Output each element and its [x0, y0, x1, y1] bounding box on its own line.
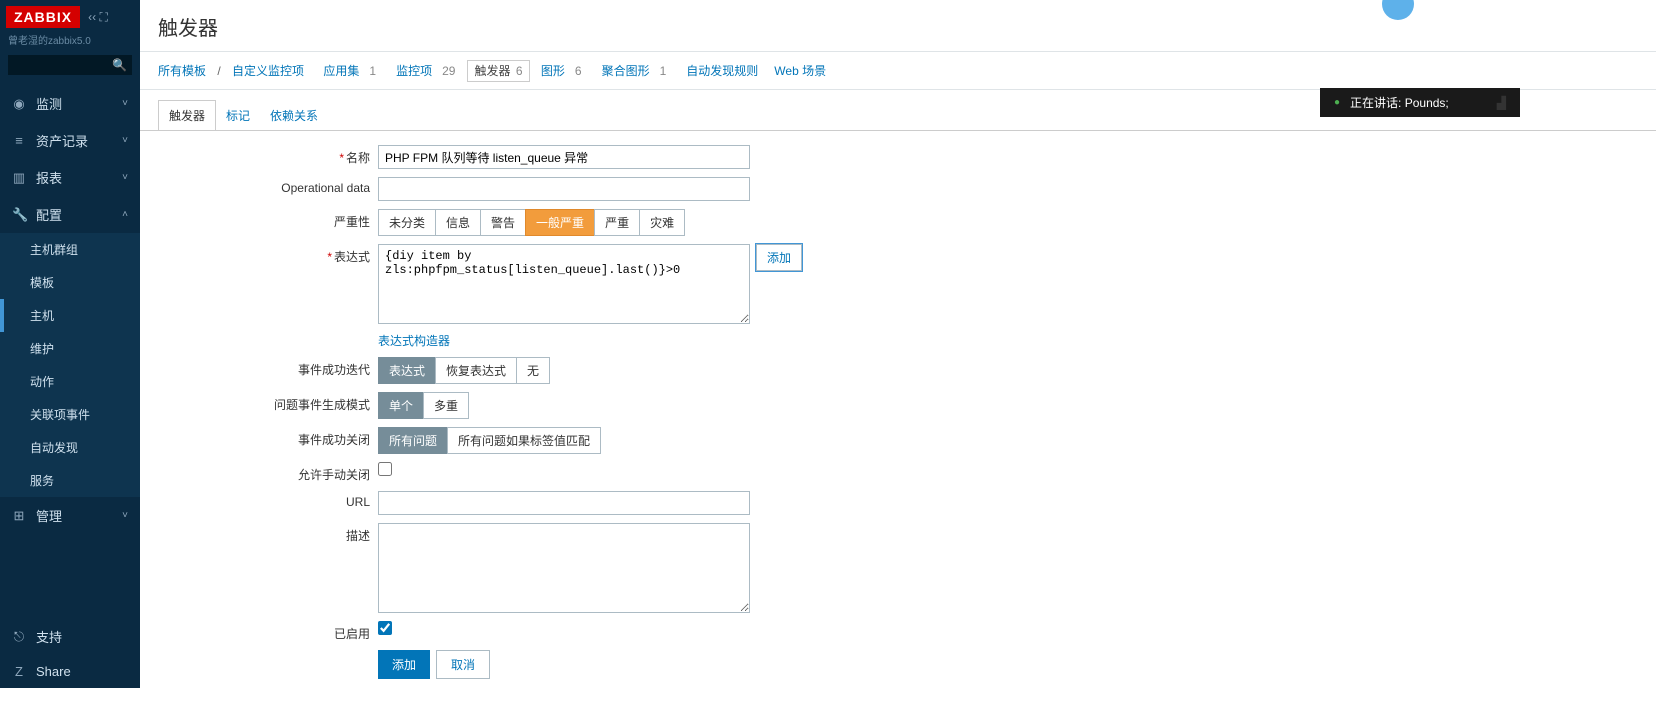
expr-label: 表达式 — [334, 250, 370, 264]
okclose-group-opt-0[interactable]: 所有问题 — [378, 427, 448, 454]
sidebar: ZABBIX ‹‹ ⛶ 曾老湿的zabbix5.0 🔍 ◉监测˅≡资产记录˅▥报… — [0, 0, 140, 688]
nav-section-报表[interactable]: ▥报表˅ — [0, 159, 140, 196]
配置-icon: 🔧 — [12, 207, 26, 223]
topline-Web 场景[interactable]: Web 场景 — [774, 64, 826, 78]
nav-section-配置[interactable]: 🔧配置˄ — [0, 196, 140, 233]
share-link[interactable]: ZShare — [0, 655, 140, 688]
sev-group-opt-0[interactable]: 未分类 — [378, 209, 436, 236]
form: *名称 Operational data 严重性 未分类信息警告一般严重严重灾难… — [140, 131, 1656, 707]
sidebar-item-维护[interactable]: 维护 — [0, 332, 140, 365]
expr-textarea[interactable] — [378, 244, 750, 324]
collapse-icon[interactable]: ‹‹ ⛶ — [88, 10, 108, 25]
sev-group-opt-3[interactable]: 一般严重 — [525, 209, 595, 236]
enabled-label: 已启用 — [334, 627, 370, 641]
topline-触发器[interactable]: 触发器 6 — [467, 60, 529, 82]
mic-icon: ● — [1334, 97, 1340, 108]
all-templates-link[interactable]: 所有模板 — [158, 64, 206, 78]
okgen-group: 表达式恢复表达式无 — [378, 357, 550, 384]
breadcrumb-row: 所有模板 / 自定义监控项 应用集1监控项29触发器 6 图形6聚合图形1自动发… — [140, 52, 1656, 90]
expr-constructor-link[interactable]: 表达式构造器 — [378, 332, 450, 349]
url-input[interactable] — [378, 491, 750, 515]
desc-label: 描述 — [346, 529, 370, 543]
sidebar-item-自动发现[interactable]: 自动发现 — [0, 431, 140, 464]
sidebar-item-服务[interactable]: 服务 — [0, 464, 140, 497]
severity-group: 未分类信息警告一般严重严重灾难 — [378, 209, 685, 236]
chevron-icon: ˅ — [122, 135, 128, 146]
chevron-icon: ˄ — [122, 209, 128, 220]
tab-依赖关系[interactable]: 依赖关系 — [260, 101, 328, 130]
sidebar-item-关联项事件[interactable]: 关联项事件 — [0, 398, 140, 431]
severity-label: 严重性 — [334, 215, 370, 229]
报表-icon: ▥ — [12, 170, 26, 186]
cancel-button[interactable]: 取消 — [436, 650, 490, 679]
tab-标记[interactable]: 标记 — [216, 101, 260, 130]
probgen-group-opt-0[interactable]: 单个 — [378, 392, 424, 419]
topline-图形[interactable]: 图形 — [541, 64, 565, 78]
topline-聚合图形[interactable]: 聚合图形 — [602, 64, 650, 78]
manual-label: 允许手动关闭 — [298, 468, 370, 482]
desc-textarea[interactable] — [378, 523, 750, 613]
sidebar-item-主机[interactable]: 主机 — [0, 299, 140, 332]
topline-自动发现规则[interactable]: 自动发现规则 — [686, 64, 758, 78]
okgen-label: 事件成功迭代 — [298, 363, 370, 377]
support-link[interactable]: ⎋支持 — [0, 618, 140, 655]
breadcrumb-sep: / — [217, 64, 220, 78]
sidebar-item-模板[interactable]: 模板 — [0, 266, 140, 299]
nav-section-资产记录[interactable]: ≡资产记录˅ — [0, 122, 140, 159]
管理-icon: ⊞ — [12, 508, 26, 524]
probgen-group-opt-1[interactable]: 多重 — [423, 392, 469, 419]
sev-group-opt-1[interactable]: 信息 — [435, 209, 481, 236]
url-label: URL — [346, 495, 370, 509]
topline-应用集[interactable]: 应用集 — [323, 64, 359, 78]
opdata-label: Operational data — [281, 181, 370, 195]
logo[interactable]: ZABBIX — [6, 6, 80, 28]
okclose-group: 所有问题所有问题如果标签值匹配 — [378, 427, 601, 454]
sev-group-opt-5[interactable]: 灾难 — [639, 209, 685, 236]
chevron-icon: ˅ — [122, 98, 128, 109]
chevron-icon: ˅ — [122, 510, 128, 521]
sidebar-item-主机群组[interactable]: 主机群组 — [0, 233, 140, 266]
zabbix-icon: Z — [12, 664, 26, 679]
name-input[interactable] — [378, 145, 750, 169]
manual-checkbox[interactable] — [378, 462, 392, 476]
okgen-group-opt-1[interactable]: 恢复表达式 — [435, 357, 517, 384]
nav-section-监测[interactable]: ◉监测˅ — [0, 85, 140, 122]
logo-row: ZABBIX ‹‹ ⛶ — [0, 0, 140, 28]
page-title: 触发器 — [158, 12, 1638, 41]
监测-icon: ◉ — [12, 96, 26, 112]
okclose-label: 事件成功关闭 — [298, 433, 370, 447]
wave-icon: ▟ — [1497, 96, 1506, 110]
speaking-text: 正在讲话: Pounds; — [1350, 94, 1449, 111]
opdata-input[interactable] — [378, 177, 750, 201]
nav-section-管理[interactable]: ⊞管理˅ — [0, 497, 140, 534]
enabled-checkbox[interactable] — [378, 621, 392, 635]
资产记录-icon: ≡ — [12, 133, 26, 148]
chevron-icon: ˅ — [122, 172, 128, 183]
sev-group-opt-2[interactable]: 警告 — [480, 209, 526, 236]
expr-add-button[interactable]: 添加 — [756, 244, 802, 271]
custom-item-link[interactable]: 自定义监控项 — [232, 64, 304, 78]
content-header: 触发器 — [140, 0, 1656, 52]
speaking-bar: ● 正在讲话: Pounds; ▟ — [1320, 88, 1520, 117]
submit-button[interactable]: 添加 — [378, 650, 430, 679]
sidebar-item-动作[interactable]: 动作 — [0, 365, 140, 398]
user-label: 曾老湿的zabbix5.0 — [0, 28, 140, 55]
probgen-group: 单个多重 — [378, 392, 469, 419]
okclose-group-opt-1[interactable]: 所有问题如果标签值匹配 — [447, 427, 601, 454]
name-label: 名称 — [346, 151, 370, 165]
okgen-group-opt-0[interactable]: 表达式 — [378, 357, 436, 384]
tab-触发器[interactable]: 触发器 — [158, 100, 216, 131]
sev-group-opt-4[interactable]: 严重 — [594, 209, 640, 236]
topline-监控项[interactable]: 监控项 — [396, 64, 432, 78]
probgen-label: 问题事件生成模式 — [274, 398, 370, 412]
search-icon[interactable]: 🔍 — [112, 58, 127, 72]
okgen-group-opt-2[interactable]: 无 — [516, 357, 550, 384]
headset-icon: ⎋ — [12, 629, 26, 645]
search-row: 🔍 — [0, 55, 140, 85]
